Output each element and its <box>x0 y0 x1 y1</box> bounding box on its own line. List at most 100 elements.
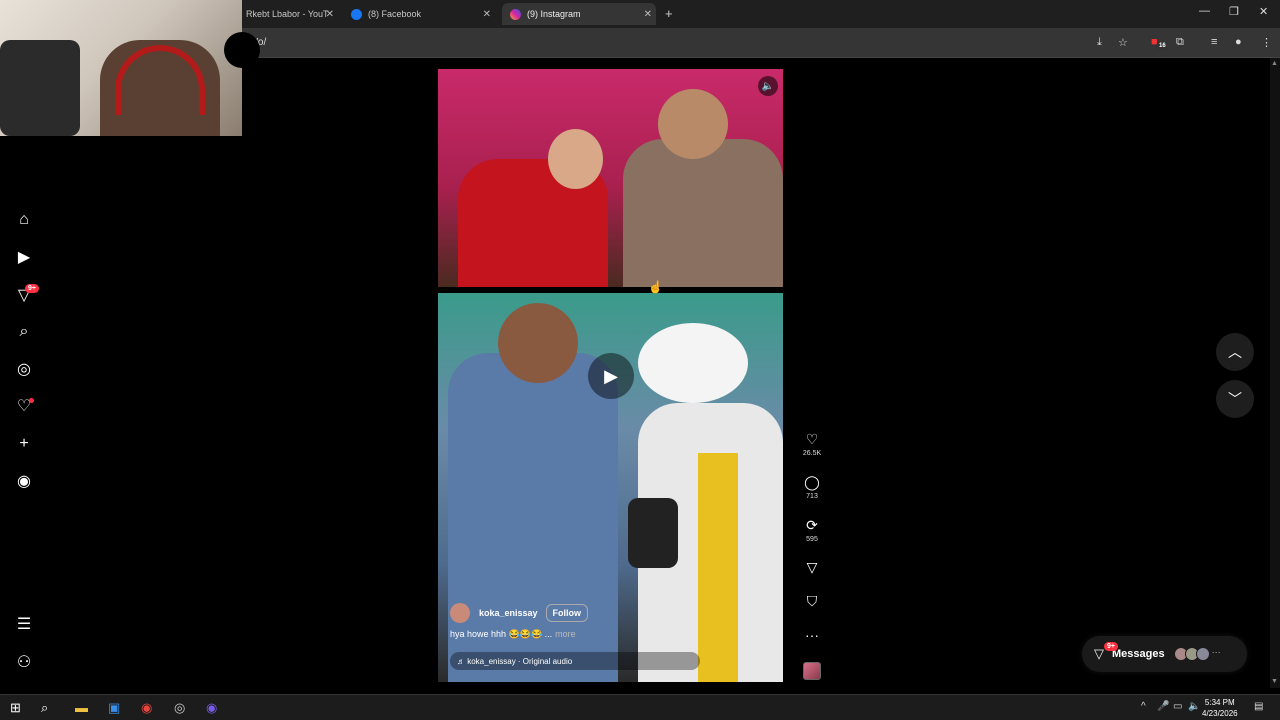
profile-icon[interactable]: ◉ <box>14 471 34 491</box>
minimize-button[interactable]: — <box>1199 5 1210 17</box>
follow-button[interactable]: Follow <box>545 604 589 622</box>
comment-count: 713 <box>806 493 818 500</box>
puzzle-icon[interactable]: ⧉ <box>1176 36 1184 49</box>
restore-button[interactable]: ❐ <box>1229 5 1239 18</box>
share-action[interactable]: ▽ <box>796 559 828 576</box>
reels-icon[interactable]: ▶ <box>14 247 34 267</box>
home-icon[interactable]: ⌂ <box>14 210 34 230</box>
clock-time: 5:34 PM <box>1204 698 1235 707</box>
like-count: 26.5K <box>802 450 822 457</box>
tab-title: (8) Facebook <box>368 9 422 19</box>
windows-start-icon[interactable]: ⊞ <box>10 700 21 716</box>
play-icon[interactable]: ▶ <box>588 353 634 399</box>
profile-avatar-icon[interactable]: ● <box>1235 36 1242 48</box>
more-icon[interactable]: ··· <box>796 627 828 643</box>
app-icon[interactable]: ◎ <box>174 700 185 716</box>
owner-username[interactable]: koka_enissay <box>479 608 538 618</box>
close-icon[interactable]: ✕ <box>644 9 652 20</box>
comment-icon[interactable]: ◯ <box>796 474 828 491</box>
notification-center-icon[interactable]: ▤ <box>1254 701 1263 712</box>
close-icon[interactable]: ✕ <box>483 9 491 20</box>
mouse-cursor-icon: ☝ <box>648 280 663 294</box>
audio-attribution[interactable]: ♬ koka_enissay · Original audio <box>450 652 700 670</box>
messages-button[interactable]: ▽ 9+ Messages ··· <box>1082 636 1247 672</box>
reel-video-previous[interactable] <box>438 69 783 287</box>
explore-icon[interactable]: ◎ <box>14 359 34 379</box>
also-from-meta-icon[interactable]: ⚇ <box>14 652 34 672</box>
bookmark-icon[interactable]: ⛉ <box>796 593 828 610</box>
chevron-down-icon: ﹀ <box>1228 391 1242 407</box>
like-action[interactable]: ♡ 26.5K <box>796 431 828 457</box>
reel-owner: koka_enissay Follow <box>450 603 589 623</box>
scrollbar[interactable]: ▲ ▼ <box>1270 58 1280 688</box>
person-face <box>548 129 603 189</box>
create-icon[interactable]: + <box>14 434 34 454</box>
reel-video-current[interactable] <box>438 293 783 682</box>
mute-icon[interactable]: 🔈 <box>758 76 778 96</box>
extension-badge: 16 <box>1156 42 1169 50</box>
tab-instagram[interactable]: (9) Instagram ✕ <box>502 3 656 25</box>
tab-facebook[interactable]: (8) Facebook ✕ <box>343 3 495 25</box>
comment-action[interactable]: ◯ 713 <box>796 474 828 500</box>
repost-icon[interactable]: ⟳ <box>796 517 828 534</box>
repost-action[interactable]: ⟳ 595 <box>796 517 828 543</box>
previous-reel-button[interactable]: ︿ <box>1216 333 1254 371</box>
yellow-shirt <box>698 453 738 682</box>
message-avatars: ··· <box>1173 647 1221 661</box>
share-icon[interactable]: ▽ <box>796 559 828 576</box>
reel-caption: hya howe hhh 😂😂😂 ... more <box>450 629 576 640</box>
person-face <box>658 89 728 159</box>
bookmark-star-icon[interactable]: ☆ <box>1118 36 1128 49</box>
scroll-down-icon[interactable]: ▼ <box>1271 678 1278 685</box>
volume-icon[interactable]: 🔈 <box>1188 701 1200 712</box>
chrome-icon[interactable]: ◉ <box>141 700 152 716</box>
more-menu-icon[interactable]: ⋮ <box>1261 36 1272 49</box>
next-reel-button[interactable]: ﹀ <box>1216 380 1254 418</box>
menu-icon[interactable]: ☰ <box>14 614 34 634</box>
white-cap <box>638 323 748 403</box>
system-clock[interactable]: 5:34 PM 4/23/2026 <box>1202 697 1238 719</box>
more-icon: ··· <box>1211 647 1221 657</box>
save-action[interactable]: ⛉ <box>796 593 828 610</box>
tab-title: Rkebt Lbabor - YouT <box>246 9 329 19</box>
chevron-up-icon: ︿ <box>1228 344 1242 360</box>
notification-badge: 9+ <box>25 284 39 293</box>
media-control-icon[interactable]: ≡ <box>1211 36 1217 48</box>
search-icon[interactable]: ⌕ <box>14 322 34 342</box>
new-tab-button[interactable]: + <box>665 6 673 21</box>
profile-circle <box>224 32 260 68</box>
microphone-icon[interactable]: 🎤 <box>1157 701 1169 712</box>
activity-dot <box>29 398 34 403</box>
heart-icon[interactable]: ♡ <box>796 431 828 448</box>
repost-count: 595 <box>806 536 818 543</box>
microphone <box>628 498 678 568</box>
tab-youtube[interactable]: Rkebt Lbabor - YouT ✕ <box>238 3 338 25</box>
webcam-overlay <box>0 0 242 136</box>
messages-badge: 9+ <box>1104 642 1118 651</box>
messages-label: Messages <box>1112 648 1165 660</box>
caption-text: hya howe hhh 😂😂😂 ... <box>450 629 553 639</box>
person-face <box>498 303 578 383</box>
search-icon[interactable]: ⌕ <box>41 700 48 716</box>
direct-icon: ▽ <box>1094 646 1104 661</box>
gaming-chair <box>0 40 80 136</box>
owner-avatar[interactable] <box>450 603 470 623</box>
install-app-icon[interactable]: ⤓ <box>1097 36 1102 49</box>
windows-taskbar: ⊞ ⌕ ▬ ▣ ◉ ◎ ◉ ^ 🎤 ▭ 🔈 5:34 PM 4/23/2026 … <box>0 694 1280 720</box>
avatar <box>1195 647 1210 661</box>
network-icon[interactable]: ▭ <box>1173 701 1182 712</box>
messenger-icon[interactable]: ◉ <box>206 700 217 716</box>
close-window-button[interactable]: ✕ <box>1259 5 1268 18</box>
audio-thumbnail[interactable] <box>803 662 821 680</box>
store-icon[interactable]: ▣ <box>108 700 120 716</box>
instagram-icon <box>510 8 521 20</box>
scroll-up-icon[interactable]: ▲ <box>1271 60 1278 67</box>
clock-date: 4/23/2026 <box>1202 709 1238 718</box>
tray-chevron-icon[interactable]: ^ <box>1141 701 1146 712</box>
tab-title: (9) Instagram <box>527 9 581 19</box>
file-explorer-icon[interactable]: ▬ <box>75 700 88 715</box>
close-icon[interactable]: ✕ <box>326 9 334 20</box>
person-plaid-shirt <box>623 139 783 287</box>
more-link[interactable]: more <box>555 629 576 639</box>
more-options[interactable]: ··· <box>796 627 828 643</box>
